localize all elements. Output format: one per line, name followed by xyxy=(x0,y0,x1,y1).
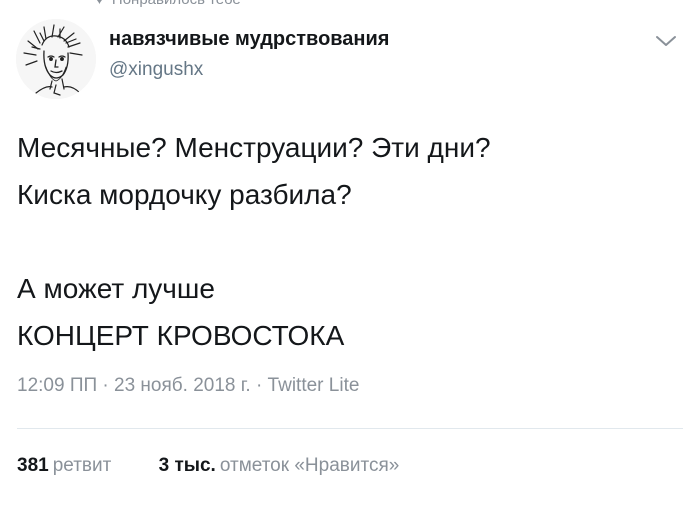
avatar[interactable] xyxy=(16,19,96,99)
liked-by-context: ♥ Понравилось тебе xyxy=(95,0,241,8)
retweets-count: 381 xyxy=(17,455,49,476)
tweet-stats: 381 ретвит 3 тыс. отметок «Нравится» xyxy=(17,455,399,477)
tweet-text: Месячные? Менструации? Эти дни? Киска мо… xyxy=(17,124,491,359)
tweet-paragraph-gap xyxy=(17,218,491,265)
sketch-portrait-avatar-icon xyxy=(16,19,96,99)
tweet-line: А может лучше xyxy=(17,273,215,304)
liked-by-text: Понравилось тебе xyxy=(112,0,241,8)
tweet-line: Месячные? Менструации? Эти дни? xyxy=(17,132,491,163)
tweet-line: КОНЦЕРТ КРОВОСТОКА xyxy=(17,320,345,351)
tweet-timestamp[interactable]: 12:09 ПП · 23 нояб. 2018 г. · Twitter Li… xyxy=(17,375,359,397)
likes-stat[interactable]: 3 тыс. отметок «Нравится» xyxy=(159,455,400,476)
account-handle[interactable]: @xingushx xyxy=(109,59,203,81)
heart-icon: ♥ xyxy=(95,0,104,8)
chevron-down-icon[interactable] xyxy=(655,34,677,48)
divider xyxy=(17,428,683,429)
tweet-line: Киска мордочку разбила? xyxy=(17,179,352,210)
retweets-stat[interactable]: 381 ретвит xyxy=(17,455,111,476)
account-name[interactable]: навязчивые мудрствования xyxy=(109,28,389,51)
retweets-label: ретвит xyxy=(52,455,112,476)
likes-label: отметок «Нравится» xyxy=(219,455,400,476)
likes-count: 3 тыс. xyxy=(158,455,216,476)
